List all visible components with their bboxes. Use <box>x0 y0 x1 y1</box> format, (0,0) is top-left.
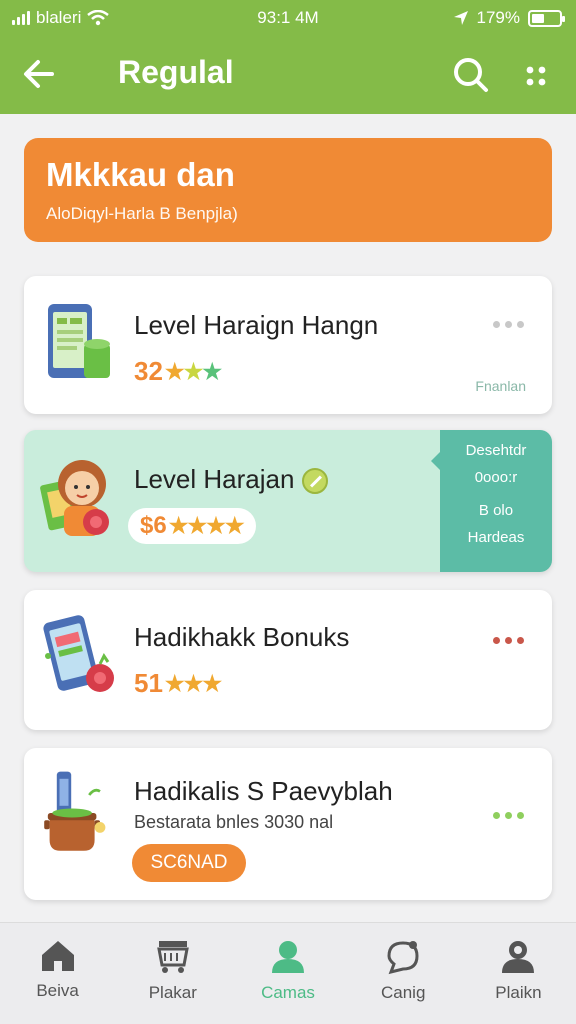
card-rating: 32 ★★★ <box>134 356 222 387</box>
nav-item-profile-active[interactable]: Camas <box>230 923 345 1024</box>
battery-percent: 179% <box>476 8 520 27</box>
back-arrow-icon[interactable] <box>18 52 66 96</box>
bottom-navigation: Beiva Plakar Camas Canig Plaikn <box>0 922 576 1024</box>
user-icon <box>502 941 535 973</box>
card-title: Level Haraign Hangn <box>134 310 379 340</box>
card-menu-icon[interactable] <box>493 321 524 328</box>
star-rating-icon: ★★★ <box>164 670 222 696</box>
app-bar: Regulal <box>0 36 576 114</box>
level-card-1[interactable]: Level Haraign Hangn 32 ★★★ Fnanlan <box>24 276 552 414</box>
promo-title: Mkkkau dan <box>46 156 235 193</box>
nav-label: Camas <box>261 983 315 1002</box>
profile-icon <box>272 941 304 973</box>
card-description: Bestarata bnles 3030 nal <box>134 812 334 832</box>
verified-badge-icon <box>302 468 329 495</box>
rating-value: 32 <box>134 356 163 386</box>
home-icon <box>41 941 74 971</box>
nav-item-user[interactable]: Plaikn <box>461 923 576 1024</box>
bonus-card[interactable]: Hadikhakk Bonuks 51 ★★★ <box>24 590 552 730</box>
page-title: Regulal <box>118 54 234 90</box>
card-title: Level Harajan <box>134 464 329 495</box>
nav-label: Plaikn <box>495 983 542 1002</box>
pot-bottle-illustration <box>44 771 106 851</box>
card-tag: Fnanlan <box>475 378 526 394</box>
side-panel-line-3: B olo <box>478 502 514 519</box>
location-arrow-icon <box>453 11 468 25</box>
chat-icon <box>387 941 419 975</box>
side-panel-line-4: Hardeas <box>467 529 525 546</box>
more-options-icon[interactable] <box>514 56 558 96</box>
card-rating: 51 ★★★ <box>134 668 222 699</box>
promo-subtitle: AloDiqyl-Harla B Benpjla) <box>46 204 238 223</box>
reward-side-panel[interactable]: Desehtdr 0ooo:r B olo Hardeas <box>431 430 552 572</box>
phone-bonus-illustration <box>43 615 114 692</box>
card-rating: $6★★★★ <box>128 508 256 544</box>
side-panel-line-2: 0ooo:r <box>474 469 518 486</box>
star-rating-icon: ★★★★ <box>168 513 245 538</box>
star-rating-icon: ★★★ <box>164 358 222 384</box>
level-card-2[interactable]: Level Harajan $6★★★★ Desehtdr 0ooo:r B o… <box>24 430 552 572</box>
nav-label: Plakar <box>148 983 197 1002</box>
nav-item-home[interactable]: Beiva <box>0 923 115 1024</box>
card-action-button[interactable]: SC6NAD <box>132 844 246 882</box>
nav-item-cart[interactable]: Plakar <box>115 923 230 1024</box>
cart-icon <box>156 941 189 973</box>
rating-value: 51 <box>134 668 163 698</box>
phone-money-illustration <box>48 304 110 378</box>
card-menu-icon[interactable] <box>493 812 524 819</box>
savings-card[interactable]: Hadikalis S Paevyblah Bestarata bnles 30… <box>24 748 552 900</box>
nav-item-chat[interactable]: Canig <box>346 923 461 1024</box>
promo-banner[interactable]: Mkkkau dan AloDiqyl-Harla B Benpjla) <box>24 138 552 242</box>
card-title-text: Level Harajan <box>134 464 295 494</box>
search-icon[interactable] <box>448 52 494 98</box>
card-menu-icon[interactable] <box>493 637 524 644</box>
rating-value: $6 <box>140 512 167 539</box>
card-title: Hadikalis S Paevyblah <box>134 776 393 806</box>
battery-icon <box>528 9 565 27</box>
girl-with-ticket-illustration <box>40 460 109 536</box>
nav-label: Canig <box>381 983 426 1002</box>
status-bar: blaleri 93:1 4M 179% <box>0 0 576 36</box>
nav-label: Beiva <box>36 981 79 1000</box>
card-title: Hadikhakk Bonuks <box>134 622 350 652</box>
side-panel-line-1: Desehtdr <box>465 442 527 459</box>
